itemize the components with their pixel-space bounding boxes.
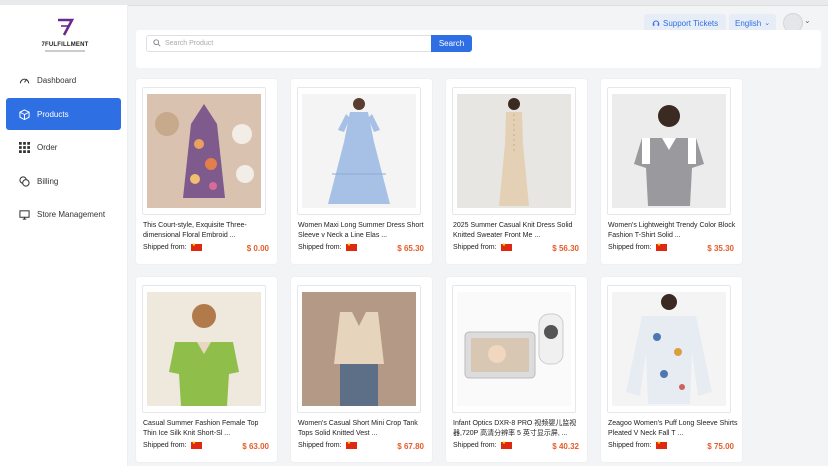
shipped-from: Shipped from: xyxy=(143,440,202,449)
sidebar-item-label: Order xyxy=(37,142,58,152)
product-price: $ 40.32 xyxy=(552,442,579,451)
floral-dress-image xyxy=(147,94,261,208)
product-card[interactable]: Women's Casual Short Mini Crop Tank Tops… xyxy=(291,277,432,462)
shipped-from-label: Shipped from: xyxy=(143,244,187,251)
product-title[interactable]: Women Maxi Long Summer Dress Short Sleev… xyxy=(298,221,428,241)
shipped-from: Shipped from: xyxy=(298,440,357,449)
china-flag-icon xyxy=(345,440,357,449)
product-price: $ 67.80 xyxy=(397,442,424,451)
product-card[interactable]: This Court-style, Exquisite Three-dimens… xyxy=(136,79,277,264)
china-flag-icon xyxy=(345,242,357,251)
shipped-from-label: Shipped from: xyxy=(453,244,497,251)
sidebar-item-label: Products xyxy=(37,109,69,119)
shipped-from: Shipped from: xyxy=(143,242,202,251)
sidebar-item-label: Dashboard xyxy=(37,75,77,85)
china-flag-icon xyxy=(190,242,202,251)
knit-tank-top-image xyxy=(302,292,416,406)
product-card[interactable]: Women's Lightweight Trendy Color Block F… xyxy=(601,79,742,264)
search-placeholder: Search Product xyxy=(165,40,214,47)
product-title[interactable]: Zeagoo Women's Puff Long Sleeve Shirts P… xyxy=(608,419,738,439)
sidebar-item-label: Store Management xyxy=(37,209,106,219)
shipped-from-label: Shipped from: xyxy=(453,442,497,449)
product-price: $ 63.00 xyxy=(242,442,269,451)
sidebar-item-products[interactable]: Products xyxy=(6,98,121,130)
product-price: $ 0.00 xyxy=(246,244,269,253)
shipped-from: Shipped from: xyxy=(453,440,512,449)
search-input[interactable]: Search Product xyxy=(146,35,433,52)
product-image[interactable] xyxy=(142,285,266,413)
product-price: $ 35.30 xyxy=(707,244,734,253)
sidebar-item-label: Billing xyxy=(37,176,59,186)
baby-monitor-image xyxy=(457,292,571,406)
shipped-from-label: Shipped from: xyxy=(298,244,342,251)
sidebar-item-store-management[interactable]: Store Management xyxy=(6,198,121,230)
shipped-from-label: Shipped from: xyxy=(298,442,342,449)
sidebar-item-order[interactable]: Order xyxy=(6,131,121,163)
shipped-from: Shipped from: xyxy=(608,440,667,449)
search-button[interactable]: Search xyxy=(431,35,472,52)
shipped-from-label: Shipped from: xyxy=(608,442,652,449)
china-flag-icon xyxy=(655,242,667,251)
logo-text: 7FULFILLMENT xyxy=(41,42,89,48)
coins-icon xyxy=(18,175,30,187)
search-icon xyxy=(153,38,161,49)
search-bar: Search Product Search xyxy=(136,30,821,68)
floral-puff-sleeve-shirt-image xyxy=(612,292,726,406)
logo-tagline xyxy=(45,50,85,52)
product-card[interactable]: Women Maxi Long Summer Dress Short Sleev… xyxy=(291,79,432,264)
product-price: $ 75.00 xyxy=(707,442,734,451)
china-flag-icon xyxy=(655,440,667,449)
logo-mark-icon xyxy=(58,18,75,36)
shipped-from-label: Shipped from: xyxy=(143,442,187,449)
product-price: $ 56.30 xyxy=(552,244,579,253)
shipped-from: Shipped from: xyxy=(608,242,667,251)
store-icon xyxy=(18,208,30,220)
color-block-tshirt-image xyxy=(612,94,726,208)
product-image[interactable] xyxy=(297,285,421,413)
speedometer-icon xyxy=(18,74,30,86)
sidebar: 7FULFILLMENT Dashboard Products Order Bi… xyxy=(0,5,128,466)
logo[interactable]: 7FULFILLMENT xyxy=(40,18,90,52)
shipped-from: Shipped from: xyxy=(298,242,357,251)
product-image[interactable] xyxy=(452,87,576,215)
language-label: English xyxy=(735,18,762,28)
product-title[interactable]: Women's Casual Short Mini Crop Tank Tops… xyxy=(298,419,428,439)
support-tickets-label: Support Tickets xyxy=(663,18,719,28)
blue-maxi-dress-image xyxy=(302,94,416,208)
product-image[interactable] xyxy=(452,285,576,413)
product-image[interactable] xyxy=(607,87,731,215)
product-title[interactable]: Women's Lightweight Trendy Color Block F… xyxy=(608,221,738,241)
chevron-down-icon[interactable]: ⌄ xyxy=(804,16,811,25)
product-card[interactable]: Casual Summer Fashion Female Top Thin Ic… xyxy=(136,277,277,462)
china-flag-icon xyxy=(500,242,512,251)
product-card[interactable]: Zeagoo Women's Puff Long Sleeve Shirts P… xyxy=(601,277,742,462)
product-image[interactable] xyxy=(297,87,421,215)
product-card[interactable]: Infant Optics DXR-8 PRO 视频婴儿监视器,720P 高清分… xyxy=(446,277,587,462)
product-title[interactable]: This Court-style, Exquisite Three-dimens… xyxy=(143,221,273,241)
product-price: $ 65.30 xyxy=(397,244,424,253)
product-image[interactable] xyxy=(607,285,731,413)
green-knit-top-image xyxy=(147,292,261,406)
chevron-down-icon: ⌄ xyxy=(764,20,771,27)
product-title[interactable]: Infant Optics DXR-8 PRO 视频婴儿监视器,720P 高清分… xyxy=(453,419,583,439)
sidebar-item-dashboard[interactable]: Dashboard xyxy=(6,64,121,96)
grid-icon xyxy=(18,141,30,153)
box-icon xyxy=(18,108,30,120)
china-flag-icon xyxy=(500,440,512,449)
china-flag-icon xyxy=(190,440,202,449)
shipped-from: Shipped from: xyxy=(453,242,512,251)
product-title[interactable]: Casual Summer Fashion Female Top Thin Ic… xyxy=(143,419,273,439)
shipped-from-label: Shipped from: xyxy=(608,244,652,251)
product-image[interactable] xyxy=(142,87,266,215)
knit-dress-image xyxy=(457,94,571,208)
headset-icon xyxy=(652,20,660,26)
product-card[interactable]: 2025 Summer Casual Knit Dress Solid Knit… xyxy=(446,79,587,264)
sidebar-item-billing[interactable]: Billing xyxy=(6,165,121,197)
product-title[interactable]: 2025 Summer Casual Knit Dress Solid Knit… xyxy=(453,221,583,241)
